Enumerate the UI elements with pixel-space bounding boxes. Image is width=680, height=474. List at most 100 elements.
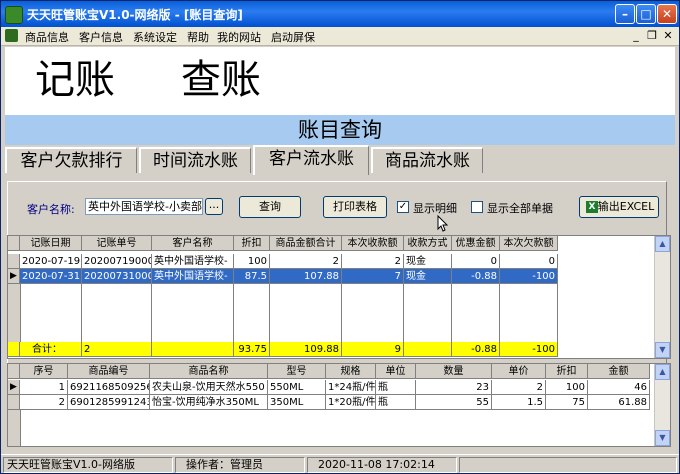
tab-goods-ledger[interactable]: 商品流水账 — [371, 147, 483, 173]
scroll-down-icon[interactable]: ▼ — [655, 342, 670, 358]
table-cell[interactable]: 107.88 — [270, 269, 342, 284]
table-cell[interactable]: 英中外国语学校- — [152, 254, 234, 269]
table-cell[interactable]: 2 — [270, 254, 342, 269]
scroll-down-icon[interactable]: ▼ — [655, 430, 670, 446]
table-cell[interactable]: 350ML — [268, 395, 326, 410]
column-header[interactable]: 商品名称 — [150, 364, 268, 379]
table-cell[interactable]: 2 — [342, 254, 404, 269]
column-header[interactable]: 金额 — [588, 364, 650, 379]
table-cell[interactable]: 2020-07-19 — [20, 254, 82, 269]
table-cell[interactable]: 怡宝-饮用纯净水350ML — [150, 395, 268, 410]
table-cell[interactable]: 现金 — [404, 254, 452, 269]
customer-name-field[interactable]: 英中外国语学校-小卖部 — [85, 198, 203, 215]
mdi-restore-icon[interactable]: ❐ — [645, 29, 659, 42]
column-header[interactable]: 优惠金额 — [452, 236, 500, 251]
scroll-up-icon[interactable]: ▲ — [655, 364, 670, 380]
menu-screensaver[interactable]: 启动屏保 — [271, 29, 315, 45]
query-heading[interactable]: 查账 — [181, 55, 261, 105]
tab-time-ledger[interactable]: 时间流水账 — [139, 147, 251, 173]
table-cell[interactable]: -0.88 — [452, 269, 500, 284]
table-cell[interactable]: 2 — [492, 380, 546, 395]
menu-my-website[interactable]: 我的网站 — [217, 29, 261, 45]
menu-system-settings[interactable]: 系统设定 — [133, 29, 177, 45]
ledger-table[interactable]: 记账日期 记账单号 客户名称 折扣 商品金额合计 本次收款额 收款方式 优惠金额… — [7, 235, 671, 359]
column-header[interactable]: 单位 — [376, 364, 416, 379]
table-cell[interactable]: 1 — [20, 380, 68, 395]
mdi-minimize-icon[interactable]: _ — [629, 29, 643, 42]
column-header[interactable]: 规格 — [326, 364, 376, 379]
column-header[interactable]: 客户名称 — [152, 236, 234, 251]
tab-customer-ledger[interactable]: 客户流水账 — [253, 145, 369, 175]
mdi-close-icon[interactable]: ✕ — [661, 29, 675, 42]
ledger-scrollbar[interactable]: ▲ ▼ — [654, 236, 670, 358]
print-table-button[interactable]: 打印表格 — [323, 196, 387, 218]
menu-goods-info[interactable]: 商品信息 — [25, 29, 69, 45]
table-cell[interactable]: 农夫山泉-饮用天然水550 — [150, 380, 268, 395]
grid-line — [233, 284, 234, 342]
menu-help[interactable]: 帮助 — [187, 29, 209, 45]
totals-cell: -0.88 — [452, 342, 500, 357]
show-detail-checkbox[interactable]: ✓ — [397, 201, 409, 213]
table-cell[interactable]: 英中外国语学校- — [152, 269, 234, 284]
table-cell[interactable]: 55 — [416, 395, 492, 410]
column-header[interactable]: 序号 — [20, 364, 68, 379]
table-cell[interactable]: 1*24瓶/件 — [326, 380, 376, 395]
column-header[interactable]: 本次收款额 — [342, 236, 404, 251]
table-cell[interactable]: 202007310003 — [82, 269, 152, 284]
table-cell[interactable]: 46 — [588, 380, 650, 395]
show-all-docs-checkbox[interactable] — [471, 201, 483, 213]
table-cell[interactable]: 202007190001 — [82, 254, 152, 269]
row-indicator[interactable] — [8, 254, 20, 269]
query-button[interactable]: 查询 — [239, 196, 301, 218]
close-button[interactable]: ✕ — [657, 4, 677, 24]
table-cell[interactable]: 现金 — [404, 269, 452, 284]
column-header[interactable]: 型号 — [268, 364, 326, 379]
table-cell[interactable]: 75 — [546, 395, 588, 410]
column-header[interactable]: 记账日期 — [20, 236, 82, 251]
detail-table[interactable]: 序号 商品编号 商品名称 型号 规格 单位 数量 单价 折扣 金额 ▶ 1 69… — [7, 363, 671, 447]
column-header[interactable]: 收款方式 — [404, 236, 452, 251]
table-cell[interactable]: 6921168509256 — [68, 380, 150, 395]
row-indicator-header — [8, 364, 20, 379]
export-excel-button[interactable]: X 输出EXCEL — [579, 196, 659, 218]
scroll-up-icon[interactable]: ▲ — [655, 236, 670, 252]
table-cell[interactable]: 550ML — [268, 380, 326, 395]
table-cell[interactable]: 1.5 — [492, 395, 546, 410]
table-cell[interactable]: 2020-07-31 — [20, 269, 82, 284]
column-header[interactable]: 商品金额合计 — [270, 236, 342, 251]
table-cell[interactable]: 23 — [416, 380, 492, 395]
table-cell[interactable]: 1*20瓶/件 — [326, 395, 376, 410]
table-cell[interactable]: 0 — [500, 254, 558, 269]
row-pointer-icon[interactable]: ▶ — [8, 269, 20, 284]
table-cell[interactable]: 瓶 — [376, 395, 416, 410]
column-header[interactable]: 折扣 — [546, 364, 588, 379]
show-all-docs-label: 显示全部单据 — [487, 202, 553, 215]
tab-customer-debt-rank[interactable]: 客户欠款排行 — [5, 147, 137, 173]
record-heading[interactable]: 记账 — [35, 55, 115, 105]
table-cell[interactable]: 61.88 — [588, 395, 650, 410]
title-bar[interactable]: 天天旺管账宝V1.0-网络版 - [账目查询] – □ ✕ — [1, 1, 679, 27]
minimize-button[interactable]: – — [615, 4, 635, 24]
detail-scrollbar[interactable]: ▲ ▼ — [654, 364, 670, 446]
table-cell[interactable]: 6901285991243 — [68, 395, 150, 410]
browse-customer-button[interactable]: ... — [205, 198, 223, 215]
column-header[interactable]: 数量 — [416, 364, 492, 379]
table-cell[interactable]: 0 — [452, 254, 500, 269]
column-header[interactable]: 本次欠款额 — [500, 236, 558, 251]
table-cell[interactable]: 2 — [20, 395, 68, 410]
row-pointer-icon[interactable]: ▶ — [8, 380, 20, 395]
table-cell[interactable]: 87.5 — [234, 269, 270, 284]
row-indicator[interactable] — [8, 395, 20, 410]
column-header[interactable]: 单价 — [492, 364, 546, 379]
column-header[interactable]: 折扣 — [234, 236, 270, 251]
maximize-button[interactable]: □ — [636, 4, 656, 24]
table-cell[interactable]: -100 — [500, 269, 558, 284]
column-header[interactable]: 商品编号 — [68, 364, 150, 379]
table-cell[interactable]: 瓶 — [376, 380, 416, 395]
mdi-child-icon[interactable] — [5, 29, 18, 42]
menu-customer-info[interactable]: 客户信息 — [79, 29, 123, 45]
table-cell[interactable]: 7 — [342, 269, 404, 284]
column-header[interactable]: 记账单号 — [82, 236, 152, 251]
table-cell[interactable]: 100 — [234, 254, 270, 269]
table-cell[interactable]: 100 — [546, 380, 588, 395]
